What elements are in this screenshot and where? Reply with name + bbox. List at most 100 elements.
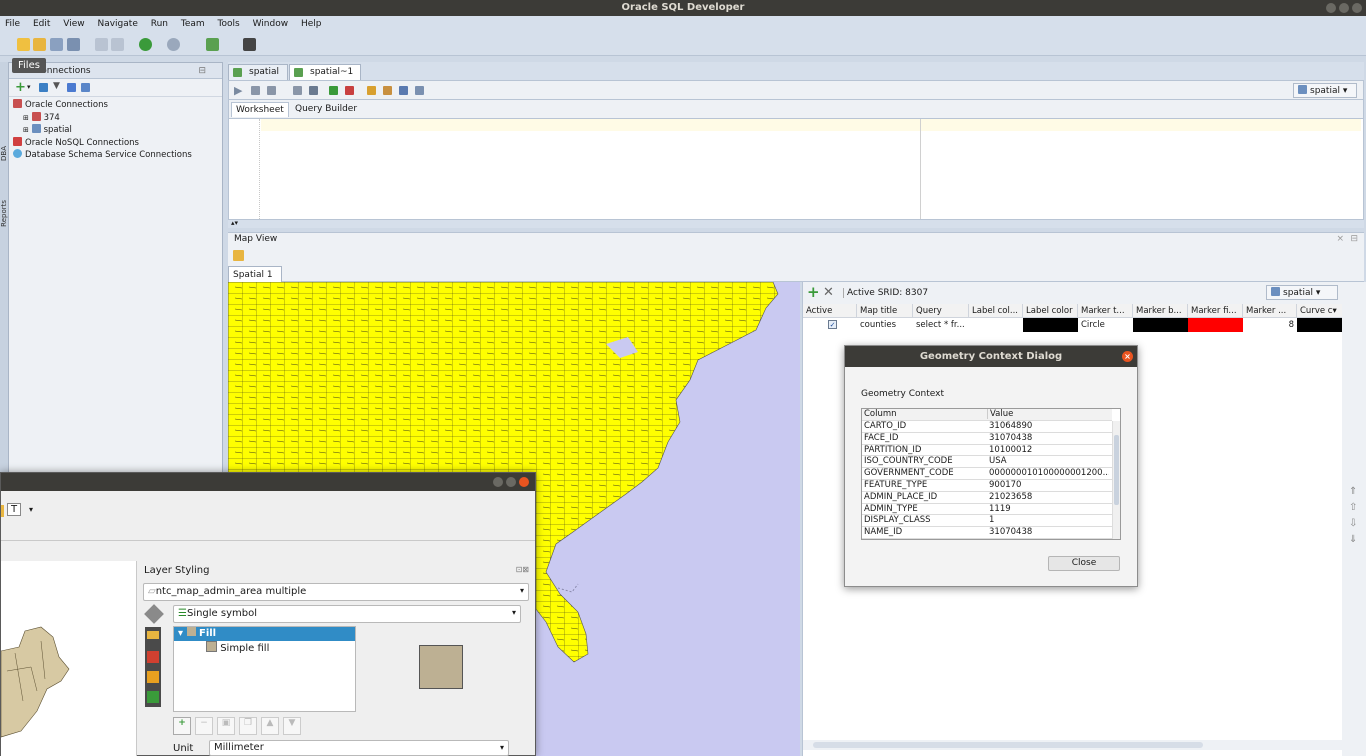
table-scrollbar[interactable] — [1112, 421, 1120, 539]
connection-selector[interactable]: spatial ▾ — [1293, 83, 1357, 98]
run-statement-icon[interactable]: ▶ — [234, 84, 242, 97]
3d-tab-icon[interactable] — [147, 651, 159, 663]
run-script-icon[interactable] — [251, 86, 260, 95]
menu-file[interactable]: File — [0, 16, 25, 29]
sql-worksheet-icon[interactable] — [206, 38, 219, 51]
label-tool-icon[interactable] — [1, 505, 4, 517]
splitter-arrows-icon[interactable]: ▴▾ — [231, 219, 238, 227]
move-down-button[interactable]: ▼ — [283, 717, 301, 735]
unit-selector[interactable]: Millimeter ▾ — [209, 740, 509, 756]
col-active[interactable]: Active — [803, 304, 857, 318]
filter-icon[interactable]: ▼ — [53, 81, 60, 91]
explain-plan-icon[interactable] — [293, 86, 302, 95]
text-annotation-icon[interactable]: T — [7, 503, 22, 516]
col-column[interactable]: Column — [864, 409, 897, 419]
close-panel-icon[interactable]: × — [1336, 233, 1344, 246]
close-icon[interactable] — [1352, 3, 1362, 13]
layer-query[interactable]: select * fr... — [913, 318, 969, 332]
collapse-icon[interactable] — [81, 83, 90, 92]
col-marker-size[interactable]: Marker ... — [1243, 304, 1297, 318]
col-value[interactable]: Value — [987, 409, 1013, 419]
menu-edit[interactable]: Edit — [28, 16, 55, 29]
close-button[interactable]: Close — [1048, 556, 1120, 571]
labels-tab-icon[interactable] — [147, 631, 159, 639]
binoculars-icon[interactable] — [243, 38, 256, 51]
active-checkbox[interactable]: ✓ — [825, 318, 837, 332]
add-symbol-layer-button[interactable]: + — [173, 717, 191, 735]
commit-icon[interactable] — [329, 86, 338, 95]
curve-color-swatch[interactable] — [1297, 318, 1343, 332]
geometry-table-row[interactable]: ADMIN_TYPE 1119 — [862, 504, 1112, 516]
marker-border-swatch[interactable] — [1133, 318, 1188, 332]
new-file-icon[interactable] — [17, 38, 30, 51]
renderer-selector[interactable]: ☰Single symbol ▾ — [173, 605, 521, 623]
minimize-icon[interactable] — [493, 477, 503, 487]
save-all-icon[interactable] — [67, 38, 80, 51]
move-up-button[interactable]: ▲ — [261, 717, 279, 735]
clear-icon[interactable] — [383, 86, 392, 95]
menu-tools[interactable]: Tools — [213, 16, 245, 29]
tree-item-spatial[interactable]: ⊞ spatial — [13, 124, 222, 137]
geometry-table-row[interactable]: DISPLAY_CLASS 1 — [862, 515, 1112, 528]
geometry-table-row[interactable]: GOVERNMENT_CODE 000000010100000001200... — [862, 468, 1112, 480]
move-bottom-icon[interactable]: ⇓ — [1349, 535, 1359, 545]
col-marker-type[interactable]: Marker t... — [1078, 304, 1133, 318]
menu-help[interactable]: Help — [296, 16, 327, 29]
minimize-panel-icon[interactable]: ⊟ — [198, 63, 206, 79]
close-icon[interactable] — [519, 477, 529, 487]
menu-navigate[interactable]: Navigate — [92, 16, 142, 29]
add-connection-icon[interactable]: + — [15, 80, 26, 95]
geometry-table-row[interactable]: NAME_ID 31070438 — [862, 527, 1112, 539]
remove-symbol-layer-button[interactable]: − — [195, 717, 213, 735]
qgis-map-canvas[interactable] — [0, 561, 137, 756]
layer-selector[interactable]: ▱ntc_map_admin_area multiple ▾ — [143, 583, 529, 601]
diagram-tab-icon[interactable] — [147, 671, 159, 683]
duplicate-icon[interactable]: ❐ — [239, 717, 257, 735]
save-icon[interactable] — [50, 38, 63, 51]
back-icon[interactable] — [139, 38, 152, 51]
schema-browser-icon[interactable] — [67, 83, 76, 92]
col-curve-color[interactable]: Curve c▾ — [1297, 304, 1343, 318]
expand-icon[interactable]: ⊞ — [23, 126, 29, 134]
move-top-icon[interactable]: ⇑ — [1349, 487, 1359, 497]
col-marker-border[interactable]: Marker b... — [1133, 304, 1188, 318]
map-connection-selector[interactable]: spatial ▾ — [1266, 285, 1338, 300]
tab-worksheet[interactable]: Worksheet — [231, 102, 289, 117]
geometry-table-row[interactable]: PARTITION_ID 10100012 — [862, 445, 1112, 457]
geometry-table-row[interactable]: FACE_ID 31070438 — [862, 433, 1112, 445]
splitter[interactable]: ▴▾ — [228, 219, 1364, 228]
geometry-table-row[interactable]: ISO_COUNTRY_CODE USA — [862, 456, 1112, 469]
col-marker-fill[interactable]: Marker fi... — [1188, 304, 1243, 318]
lock-icon[interactable]: ▣ — [217, 717, 235, 735]
dropdown-icon[interactable]: ▾ — [27, 83, 31, 91]
menu-run[interactable]: Run — [146, 16, 173, 29]
maximize-icon[interactable] — [1339, 3, 1349, 13]
refresh-icon[interactable] — [39, 83, 48, 92]
col-label-color[interactable]: Label color — [1023, 304, 1078, 318]
dialog-close-icon[interactable]: × — [1122, 351, 1133, 362]
tree-item-simple-fill[interactable]: Simple fill — [174, 641, 355, 655]
redo-icon[interactable] — [111, 38, 124, 51]
tree-item-nosql[interactable]: Oracle NoSQL Connections — [13, 136, 222, 150]
geometry-table-row[interactable]: FEATURE_TYPE 900170 — [862, 480, 1112, 492]
layer-marker-size[interactable]: 8 — [1243, 318, 1297, 332]
table-scrollbar-thumb[interactable] — [1114, 435, 1119, 505]
menu-team[interactable]: Team — [176, 16, 210, 29]
horizontal-scrollbar[interactable] — [803, 740, 1343, 750]
tree-item-oracle-connections[interactable]: Oracle Connections — [13, 99, 222, 112]
symbol-layer-tree[interactable]: ▾ Fill Simple fill — [173, 626, 356, 712]
history-icon[interactable] — [399, 86, 408, 95]
add-layer-icon[interactable]: + — [807, 283, 820, 301]
minimize-icon[interactable] — [1326, 3, 1336, 13]
tab-spatial[interactable]: spatial — [228, 64, 288, 80]
geometry-table[interactable]: Column Value CARTO_ID 31064890 FACE_ID 3107… — [861, 408, 1121, 540]
forward-icon[interactable] — [167, 38, 180, 51]
remove-layer-icon[interactable]: ✕ — [823, 285, 834, 300]
scrollbar-thumb[interactable] — [813, 742, 1203, 748]
tab-spatial-1-map[interactable]: Spatial 1 — [228, 266, 282, 282]
sql-tuning-icon[interactable] — [309, 86, 318, 95]
maximize-icon[interactable] — [506, 477, 516, 487]
tree-item-schema-service[interactable]: Database Schema Service Connections — [13, 149, 222, 162]
undo-icon[interactable] — [95, 38, 108, 51]
new-map-icon[interactable] — [233, 250, 244, 261]
